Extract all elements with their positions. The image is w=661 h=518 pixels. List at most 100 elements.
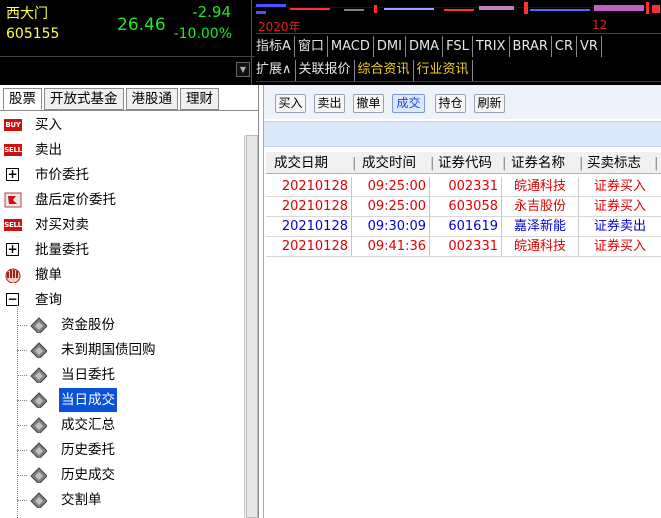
- tree-item-after-hours[interactable]: 盘后定价委托: [4, 188, 174, 212]
- stock-name: 西大门: [6, 6, 48, 22]
- cell-name: 永吉股份: [502, 197, 579, 217]
- table-row[interactable]: 20210128 09:30:09 601619 嘉泽新能 证券卖出: [266, 217, 661, 237]
- ext-tab-news[interactable]: 综合资讯: [355, 60, 414, 81]
- tree-item-history-trades[interactable]: 历史成交: [17, 463, 237, 487]
- tree-item-buy[interactable]: BUY 买入: [4, 113, 124, 137]
- divider: [251, 0, 252, 85]
- cell-time: 09:25:00: [352, 197, 430, 217]
- month-label: 12: [592, 18, 608, 32]
- tree-connector: [17, 425, 27, 426]
- indicator-tab-macd[interactable]: MACD: [328, 36, 374, 57]
- tree-item-market-order[interactable]: + 市价委托: [4, 163, 154, 187]
- mini-price-chart: [254, 2, 660, 14]
- tree-item-delivery[interactable]: 交割单: [17, 488, 237, 512]
- tree-item-repo[interactable]: 未到期国债回购: [17, 338, 237, 362]
- cell-side: 证券卖出: [579, 217, 661, 237]
- table-row[interactable]: 20210128 09:41:36 002331 皖通科技 证券买入: [266, 237, 661, 257]
- indicator-tab-dmi[interactable]: DMI: [374, 36, 406, 57]
- indicator-tab-cr[interactable]: CR: [552, 36, 578, 57]
- trades-button[interactable]: 成交: [392, 94, 425, 113]
- tree-item-today-orders[interactable]: 当日委托: [17, 363, 237, 387]
- cell-side: 证券买入: [579, 237, 661, 257]
- tree-item-label: 成交汇总: [61, 417, 115, 433]
- sell-icon: SELL: [4, 219, 22, 231]
- tree-item-label: 市价委托: [35, 167, 89, 183]
- diamond-icon: [30, 442, 47, 458]
- indicator-tab-zhibiao[interactable]: 指标A: [253, 36, 295, 57]
- indicator-tab-dma[interactable]: DMA: [406, 36, 444, 57]
- cell-side: 证券买入: [579, 177, 661, 197]
- tree-item-batch-order[interactable]: + 批量委托: [4, 238, 154, 262]
- tab-open-funds[interactable]: 开放式基金: [44, 88, 124, 110]
- tree-item-label: 交割单: [61, 492, 102, 508]
- positions-button[interactable]: 持仓: [435, 94, 466, 113]
- diamond-icon: [30, 417, 47, 433]
- indicator-tab-trix[interactable]: TRIX: [473, 36, 510, 57]
- expand-icon[interactable]: +: [6, 243, 19, 256]
- tree-item-cross-trade[interactable]: SELL 对买对卖: [4, 213, 154, 237]
- tree-item-today-trades[interactable]: 当日成交: [17, 388, 237, 412]
- expand-icon[interactable]: +: [6, 168, 19, 181]
- trade-nav-panel: 股票 开放式基金 港股通 理财 BUY 买入 SELL 卖出 + 市价委托 盘后…: [0, 85, 259, 518]
- after-hours-icon: [4, 192, 22, 208]
- cancel-button[interactable]: 撤单: [353, 94, 384, 113]
- scrollbar-thumb[interactable]: [246, 135, 258, 518]
- tree-item-query[interactable]: − 查询: [4, 288, 124, 312]
- column-divider: |: [430, 155, 435, 171]
- ext-tab-expand[interactable]: 扩展∧: [253, 60, 296, 81]
- action-toolbar: 买入 卖出 撤单 成交 持仓 刷新: [264, 85, 661, 119]
- indicator-tab-fsl[interactable]: FSL: [443, 36, 473, 57]
- column-header-date[interactable]: 成交日期: [274, 152, 328, 173]
- indicator-tab-brar[interactable]: BRAR: [510, 36, 552, 57]
- column-header-time[interactable]: 成交时间: [362, 152, 416, 173]
- quote-bar: 西大门 605155 26.46 -2.94 -10.00% 2020年 12 …: [0, 0, 661, 85]
- tree-item-label: 批量委托: [35, 242, 89, 258]
- cell-time: 09:41:36: [352, 237, 430, 257]
- tree-connector: [17, 450, 27, 451]
- tree-item-label: 未到期国债回购: [61, 342, 156, 358]
- tab-wealth[interactable]: 理财: [180, 88, 219, 110]
- ext-tab-industry-news[interactable]: 行业资讯: [414, 60, 473, 81]
- sell-button[interactable]: 卖出: [314, 94, 345, 113]
- diamond-icon: [30, 342, 47, 358]
- tree-item-label: 当日委托: [61, 367, 115, 383]
- indicator-tab-vr[interactable]: VR: [577, 36, 602, 57]
- buy-button[interactable]: 买入: [275, 94, 306, 113]
- ext-tab-related-quotes[interactable]: 关联报价: [296, 60, 355, 81]
- cell-code: 002331: [430, 237, 502, 257]
- cell-date: 20210128: [266, 177, 352, 197]
- extension-tabs: 扩展∧ 关联报价 综合资讯 行业资讯: [253, 60, 473, 81]
- indicator-tabs: 指标A 窗口 MACD DMI DMA FSL TRIX BRAR CR VR: [253, 36, 661, 57]
- stock-code: 605155: [6, 26, 60, 42]
- tree-item-label: 撤单: [35, 267, 62, 283]
- table-row[interactable]: 20210128 09:25:00 603058 永吉股份 证券买入: [266, 197, 661, 217]
- tree-item-label: 历史成交: [61, 467, 115, 483]
- cell-name: 皖通科技: [502, 177, 579, 197]
- diamond-icon: [30, 492, 47, 508]
- tree-item-history-orders[interactable]: 历史委托: [17, 438, 237, 462]
- tree-item-sell[interactable]: SELL 卖出: [4, 138, 124, 162]
- tree-item-label: 历史委托: [61, 442, 115, 458]
- column-header-side[interactable]: 买卖标志: [587, 152, 641, 173]
- chevron-down-icon[interactable]: ▼: [236, 62, 250, 77]
- column-header-code[interactable]: 证券代码: [438, 152, 492, 173]
- tree-scrollbar[interactable]: [244, 135, 258, 518]
- tab-stocks[interactable]: 股票: [3, 88, 42, 110]
- cell-code: 002331: [430, 177, 502, 197]
- tree-item-funds-positions[interactable]: 资金股份: [17, 313, 237, 337]
- cell-code: 603058: [430, 197, 502, 217]
- refresh-button[interactable]: 刷新: [474, 94, 505, 113]
- tree-item-cancel[interactable]: 撤单: [4, 263, 124, 287]
- column-divider: |: [352, 155, 357, 171]
- tree-item-trade-summary[interactable]: 成交汇总: [17, 413, 237, 437]
- cell-name: 嘉泽新能: [502, 217, 579, 237]
- indicator-tab-window[interactable]: 窗口: [295, 36, 328, 57]
- column-divider: |: [654, 155, 659, 171]
- table-header: 成交日期 | 成交时间 | 证券代码 | 证券名称 | 买卖标志 |: [266, 152, 661, 174]
- column-header-name[interactable]: 证券名称: [511, 152, 565, 173]
- price-change-percent: -10.00%: [173, 26, 232, 42]
- tab-hk-connect[interactable]: 港股通: [125, 88, 178, 110]
- table-row[interactable]: 20210128 09:25:00 002331 皖通科技 证券买入: [266, 177, 661, 197]
- cell-date: 20210128: [266, 197, 352, 217]
- tree-connector: [17, 400, 27, 401]
